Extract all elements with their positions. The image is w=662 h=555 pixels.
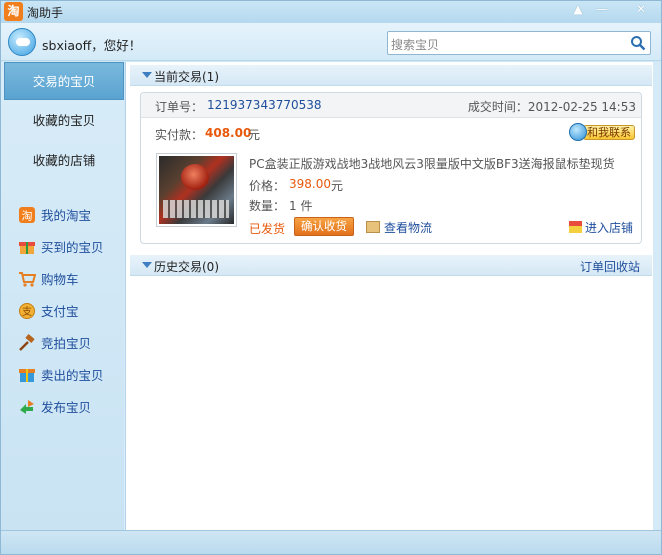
search-placeholder[interactable]: 搜索宝贝 xyxy=(391,36,439,53)
search-icon[interactable] xyxy=(630,35,646,51)
item-thumbnail[interactable] xyxy=(156,153,237,227)
sidebar-link-cart[interactable]: 购物车 xyxy=(18,269,79,289)
order-card: 订单号： 121937343770538 成交时间：2012-02-25 14:… xyxy=(140,92,642,244)
sidebar-link-label: 发布宝贝 xyxy=(41,400,92,415)
paid-amount: 408.00 xyxy=(205,126,252,140)
search-input[interactable]: 搜索宝贝 xyxy=(387,31,651,55)
order-no-link[interactable]: 121937343770538 xyxy=(207,98,322,112)
order-no-label: 订单号： xyxy=(155,100,204,114)
avatar-face-icon xyxy=(16,38,30,46)
sidebar-link-alipay[interactable]: 支支付宝 xyxy=(18,301,79,321)
deal-time: 成交时间：2012-02-25 14:53 xyxy=(468,98,636,115)
item-image xyxy=(159,156,234,224)
enter-shop-label: 进入店铺 xyxy=(584,221,633,235)
price-label: 价格： xyxy=(249,179,286,193)
sidebar-tab-traded-items[interactable]: 交易的宝贝 xyxy=(4,62,124,100)
history-trades-header[interactable]: 历史交易(0) 订单回收站 xyxy=(130,255,652,276)
sidebar-link-bought-items[interactable]: 买到的宝贝 xyxy=(18,237,104,257)
enter-shop-link[interactable]: 进入店铺 xyxy=(568,219,633,236)
deal-time-value: 2012-02-25 14:53 xyxy=(527,100,636,114)
gavel-icon xyxy=(19,333,35,351)
publish-icon xyxy=(20,399,34,414)
close-button[interactable]: ✕ xyxy=(621,1,661,17)
svg-text:支: 支 xyxy=(22,306,32,318)
sidebar-link-label: 竞拍宝贝 xyxy=(41,336,92,351)
app-window: 淘 淘助手 ▲ — ✕ sbxiaoff，您好！ 搜索宝贝 交易的宝贝 收藏的宝… xyxy=(0,0,662,555)
sidebar-link-publish[interactable]: 发布宝贝 xyxy=(18,397,91,417)
collapse-triangle-icon[interactable] xyxy=(142,72,152,78)
title-bar: 淘 淘助手 ▲ — ✕ xyxy=(1,1,661,23)
taobao-app-icon: 淘 xyxy=(4,2,23,21)
window-title: 淘助手 xyxy=(27,6,64,20)
user-header: sbxiaoff，您好！ 搜索宝贝 xyxy=(1,23,661,61)
shop-icon xyxy=(568,221,582,233)
status-bar xyxy=(1,530,661,554)
cart-icon xyxy=(19,271,36,287)
sidebar: 交易的宝贝 收藏的宝贝 收藏的店铺 淘我的淘宝 买到的宝贝 购物车 支支付宝 竞… xyxy=(1,62,124,530)
view-logistics-label: 查看物流 xyxy=(384,221,433,235)
gift-icon xyxy=(19,241,35,254)
order-header: 订单号： 121937343770538 成交时间：2012-02-25 14:… xyxy=(141,93,641,118)
item-title-link[interactable]: PC盒装正版游戏战地3战地风云3限量版中文版BF3送海报鼠标垫现货 xyxy=(249,155,615,172)
sidebar-link-label: 卖出的宝贝 xyxy=(41,368,104,383)
contact-seller-label: 和我联系 xyxy=(583,125,635,140)
svg-text:淘: 淘 xyxy=(22,209,33,222)
collapse-triangle-icon[interactable] xyxy=(142,262,152,268)
item-image-figure xyxy=(181,164,209,190)
confirm-receipt-button[interactable]: 确认收货 xyxy=(294,217,354,236)
price-value: 398.00 xyxy=(289,177,331,191)
order-recycle-bin-link[interactable]: 订单回收站 xyxy=(580,258,640,275)
alipay-icon: 支 xyxy=(19,302,35,319)
contact-seller-button[interactable]: 和我联系 xyxy=(569,123,635,141)
minimize-button[interactable]: — xyxy=(591,1,613,17)
user-greeting: sbxiaoff，您好！ xyxy=(42,38,142,53)
quantity-label: 数量： xyxy=(249,199,286,213)
pin-button[interactable]: ▲ xyxy=(567,1,589,17)
sidebar-link-sold-items[interactable]: 卖出的宝贝 xyxy=(18,365,104,385)
sidebar-tab-favorite-items[interactable]: 收藏的宝贝 xyxy=(4,102,124,140)
view-logistics-link[interactable]: 查看物流 xyxy=(366,219,432,236)
deal-time-label: 成交时间： xyxy=(467,100,528,114)
current-trades-title: 当前交易(1) xyxy=(154,70,219,84)
box-icon xyxy=(366,221,380,233)
avatar[interactable] xyxy=(8,28,36,56)
sidebar-link-auction[interactable]: 竞拍宝贝 xyxy=(18,333,91,353)
item-image-keyboard xyxy=(163,200,229,218)
status-badge: 已发货 xyxy=(249,222,286,236)
main-panel: 当前交易(1) 订单号： 121937343770538 成交时间：2012-0… xyxy=(125,62,653,530)
quantity-value: 1 件 xyxy=(289,199,313,213)
paid-unit: 元 xyxy=(248,128,261,142)
sidebar-link-label: 购物车 xyxy=(41,272,79,287)
sidebar-link-label: 买到的宝贝 xyxy=(41,240,104,255)
current-trades-header[interactable]: 当前交易(1) xyxy=(130,65,652,86)
scrollbar-track[interactable] xyxy=(653,62,661,530)
sidebar-tab-favorite-shops[interactable]: 收藏的店铺 xyxy=(4,142,124,180)
history-trades-title: 历史交易(0) xyxy=(154,260,219,274)
package-icon xyxy=(19,368,35,382)
sidebar-link-label: 我的淘宝 xyxy=(41,208,92,223)
sidebar-link-my-taobao[interactable]: 淘我的淘宝 xyxy=(18,205,91,225)
paid-label: 实付款： xyxy=(155,128,204,142)
wangwang-icon xyxy=(569,123,587,141)
price-unit: 元 xyxy=(331,179,344,193)
taobao-icon: 淘 xyxy=(19,206,35,223)
sidebar-link-label: 支付宝 xyxy=(41,304,79,319)
